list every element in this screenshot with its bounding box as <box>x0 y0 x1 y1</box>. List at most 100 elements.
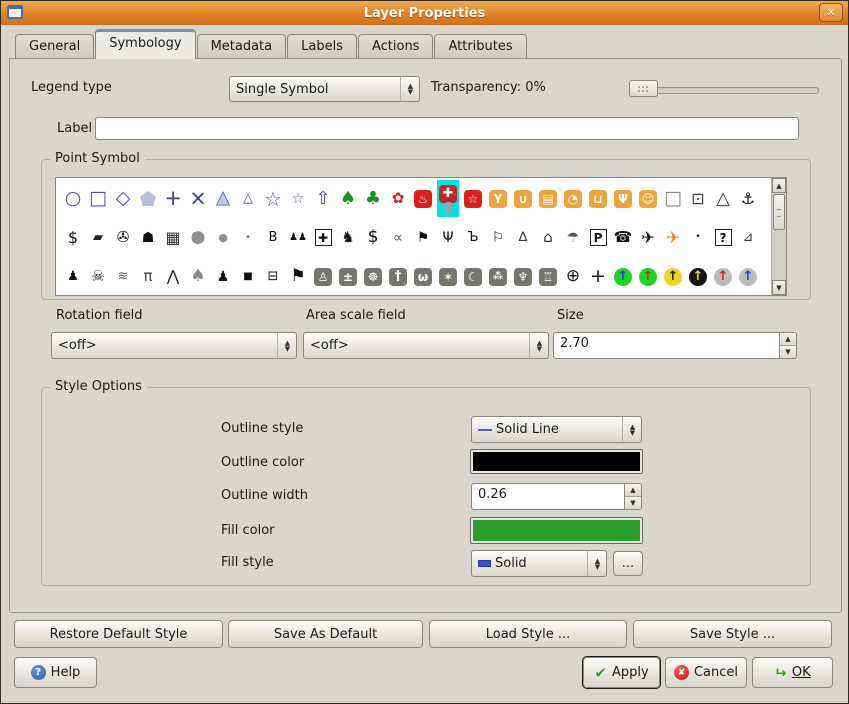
point-symbol-list[interactable]: ○□◇+×▲△☆☆⇧♠♣✿♨✚☆Y∪▤◔⊔Ψ☺□⊡△⚓$▰✇☗▦●●•B♟♟✚♞… <box>55 177 787 296</box>
airport-symbol[interactable]: ✈ <box>637 219 659 256</box>
scroll-down-icon[interactable]: ▼ <box>772 280 786 295</box>
pizza-symbol[interactable]: ◔ <box>562 180 584 217</box>
spin-up-icon[interactable]: ▲ <box>625 484 641 497</box>
flower-symbol[interactable]: ✿ <box>387 180 409 217</box>
tab-attributes[interactable]: Attributes <box>434 34 526 59</box>
small-circle-symbol[interactable]: • <box>237 219 259 256</box>
spin-down-icon[interactable]: ▼ <box>780 346 796 358</box>
cross-symbol[interactable]: + <box>162 180 184 217</box>
dollar-symbol[interactable]: $ <box>62 219 84 256</box>
fill-style-combo[interactable]: Solid ▲▼ <box>471 550 607 577</box>
star-symbol[interactable]: ☆ <box>262 180 284 217</box>
medium-circle-symbol[interactable]: ● <box>212 219 234 256</box>
first-aid-symbol[interactable]: ✚ <box>312 219 334 256</box>
tab-metadata[interactable]: Metadata <box>197 34 287 59</box>
boat-symbol[interactable]: ▰ <box>87 219 109 256</box>
gray-tree-symbol[interactable]: ♠ <box>187 258 209 295</box>
rotation-field-combo[interactable]: <off> ▲▼ <box>51 332 297 359</box>
fork-symbol[interactable]: Ψ <box>437 219 459 256</box>
arrow-gray-red-symbol[interactable]: ↑ <box>712 258 734 295</box>
bar-symbol[interactable]: Y <box>487 180 509 217</box>
telephone-symbol[interactable]: ☎ <box>612 219 634 256</box>
outline-style-combo[interactable]: Solid Line ▲▼ <box>471 416 642 443</box>
arrow-black-yellow-symbol[interactable]: ↑ <box>687 258 709 295</box>
hospital-symbol-selected[interactable]: ✚ <box>437 180 459 217</box>
picnic-symbol[interactable]: π <box>137 258 159 295</box>
islam-symbol[interactable]: ☾ <box>462 258 484 295</box>
arrow-green-blue-symbol[interactable]: ↑ <box>612 258 634 295</box>
satellite-symbol[interactable]: ⊿ <box>737 219 759 256</box>
small-triangle-symbol[interactable]: △ <box>237 180 259 217</box>
fill-style-more-button[interactable]: ... <box>613 551 643 576</box>
airplane-symbol[interactable]: ✈ <box>662 219 684 256</box>
restroom-symbol[interactable]: ♟♟ <box>287 219 309 256</box>
spin-up-icon[interactable]: ▲ <box>780 333 796 346</box>
skull-symbol[interactable]: ☠ <box>87 258 109 295</box>
arrow-yellow-black-symbol[interactable]: ↑ <box>662 258 684 295</box>
cafe-symbol[interactable]: ∪ <box>512 180 534 217</box>
black-square-symbol[interactable]: ■ <box>237 258 259 295</box>
symbol-scrollbar[interactable]: ▲ ▼ <box>771 178 786 295</box>
blank-square-symbol[interactable]: □ <box>662 180 684 217</box>
cancel-button[interactable]: ✘ Cancel <box>665 657 747 688</box>
car-symbol[interactable]: ☗ <box>137 219 159 256</box>
dot-symbol[interactable]: • <box>687 219 709 256</box>
bank-symbol[interactable]: ♖ <box>537 258 559 295</box>
balloon-symbol[interactable]: ☂ <box>562 219 584 256</box>
swimmer-symbol[interactable]: ≋ <box>112 258 134 295</box>
scrollbar-trough[interactable] <box>772 231 786 280</box>
open-triangle-symbol[interactable]: △ <box>712 180 734 217</box>
compass-symbol[interactable]: ⊕ <box>562 258 584 295</box>
framed-square-symbol[interactable]: ⊡ <box>687 180 709 217</box>
arrow-green-red-symbol[interactable]: ↑ <box>637 258 659 295</box>
golf-green-symbol[interactable]: ⚐ <box>487 219 509 256</box>
legend-type-combo[interactable]: Single Symbol ▲▼ <box>229 76 420 102</box>
golf-flag-symbol[interactable]: ⚑ <box>412 219 434 256</box>
community-symbol[interactable]: ⁂ <box>487 258 509 295</box>
cinema-symbol[interactable]: ▤ <box>537 180 559 217</box>
area-scale-field-combo[interactable]: <off> ▲▼ <box>303 332 549 359</box>
scroll-up-icon[interactable]: ▲ <box>772 178 786 193</box>
arrow-up-symbol[interactable]: ⇧ <box>312 180 334 217</box>
hiker-symbol[interactable]: ♟ <box>212 258 234 295</box>
save-style-button[interactable]: Save Style ... <box>633 620 832 648</box>
skier-symbol[interactable]: ♟ <box>62 258 84 295</box>
bank-dollar-symbol[interactable]: $ <box>362 219 384 256</box>
dharma-wheel-symbol[interactable]: ☸ <box>362 258 384 295</box>
deer-symbol[interactable]: ♞ <box>337 219 359 256</box>
building-symbol[interactable]: ▦ <box>162 219 184 256</box>
diamond-symbol[interactable]: ◇ <box>112 180 134 217</box>
save-as-default-button[interactable]: Save As Default <box>228 620 423 648</box>
entertainment-symbol[interactable]: ☺ <box>637 180 659 217</box>
scrollbar-thumb[interactable] <box>773 194 785 230</box>
label-input[interactable] <box>95 117 799 140</box>
school-symbol[interactable]: ± <box>337 258 359 295</box>
tent-symbol[interactable]: ⋀ <box>162 258 184 295</box>
x-symbol[interactable]: × <box>187 180 209 217</box>
tab-labels[interactable]: Labels <box>287 34 357 59</box>
tab-general[interactable]: General <box>15 34 94 59</box>
large-circle-symbol[interactable]: ● <box>187 219 209 256</box>
star-badge-symbol[interactable]: ☆ <box>462 180 484 217</box>
tv-symbol[interactable]: ⊟ <box>262 258 284 295</box>
question-symbol[interactable]: ? <box>712 219 734 256</box>
worship-symbol[interactable]: ♙ <box>312 258 334 295</box>
outline-width-spinbox[interactable]: 0.26 ▲ ▼ <box>471 483 642 510</box>
load-style-button[interactable]: Load Style ... <box>429 620 627 648</box>
lodging-symbol[interactable]: ∆ <box>512 219 534 256</box>
anchor-symbol[interactable]: ⚓ <box>737 180 759 217</box>
slider-handle[interactable] <box>629 80 658 97</box>
spin-down-icon[interactable]: ▼ <box>625 497 641 509</box>
parking-symbol[interactable]: P <box>587 219 609 256</box>
arrow-gray-blue-symbol[interactable]: ↑ <box>737 258 759 295</box>
sikh-symbol[interactable]: ♆ <box>512 258 534 295</box>
fish-symbol[interactable]: ∝ <box>387 219 409 256</box>
titlebar[interactable]: Layer Properties ✕ <box>1 1 848 25</box>
square-symbol[interactable]: □ <box>87 180 109 217</box>
triangle-symbol[interactable]: ▲ <box>212 180 234 217</box>
deciduous-tree-symbol[interactable]: ♣ <box>362 180 384 217</box>
christian-symbol[interactable]: † <box>387 258 409 295</box>
fuel-symbol[interactable]: B <box>262 219 284 256</box>
apply-button[interactable]: ✔ Apply <box>583 657 660 688</box>
camera-symbol[interactable]: ✇ <box>112 219 134 256</box>
